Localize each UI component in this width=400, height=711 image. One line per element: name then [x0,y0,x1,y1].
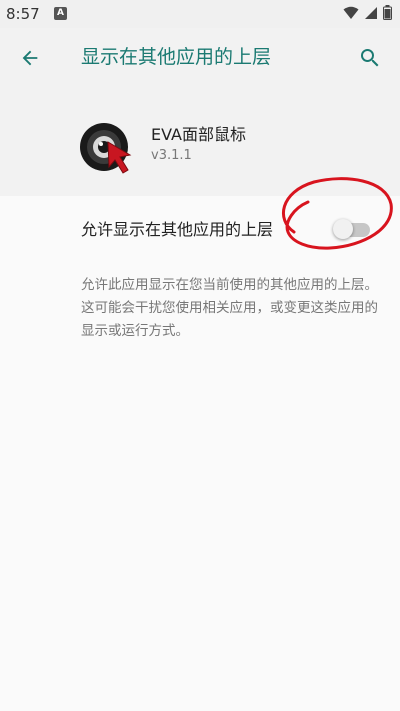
status-time: 8:57 [6,5,40,23]
wifi-icon [343,6,359,19]
search-icon [361,49,379,67]
app-version: v3.1.1 [151,148,192,163]
app-name: EVA面部鼠标 [151,125,246,144]
arrow-left-icon [22,50,38,66]
page-title: 显示在其他应用的上层 [81,46,272,68]
permission-label: 允许显示在其他应用的上层 [81,220,274,239]
back-button[interactable] [12,40,48,76]
annotation-circle [281,177,393,250]
signal-icon [365,6,377,19]
status-icons [343,5,392,20]
screen: 8:57 A 显示在其他应用的上层 EVA面部鼠标 v3.1.1 允许显示在其他… [0,0,400,711]
search-button[interactable] [352,40,388,76]
battery-icon [383,5,392,20]
status-bar: 8:57 A [0,0,400,28]
eva-app-logo [80,123,132,174]
notification-icon: A [54,7,67,20]
permission-description: 允许此应用显示在您当前使用的其他应用的上层。这可能会干扰您使用相关应用，或变更这… [81,277,378,339]
app-bar: 显示在其他应用的上层 [0,28,400,86]
